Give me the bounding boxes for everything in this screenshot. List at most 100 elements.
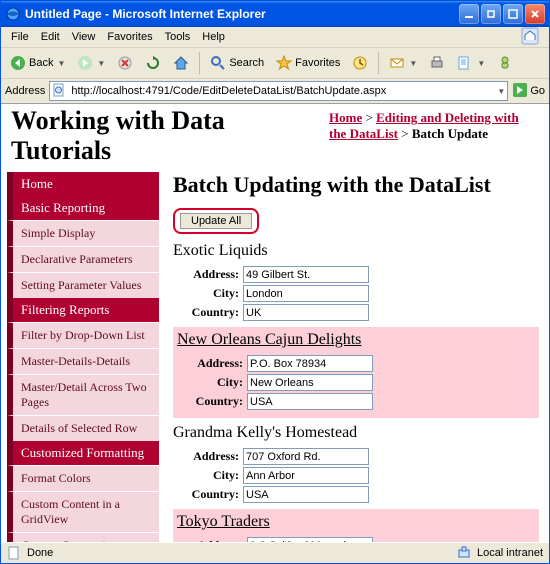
sidebar-header[interactable]: Basic Reporting <box>7 196 159 220</box>
sidebar-item[interactable]: Setting Parameter Values <box>7 272 159 298</box>
form-row: Address: <box>177 355 535 372</box>
main-content: Batch Updating with the DataList Update … <box>159 172 549 542</box>
menu-help[interactable]: Help <box>196 29 231 45</box>
favorites-label: Favorites <box>295 57 340 69</box>
chevron-down-icon: ▼ <box>57 59 65 68</box>
forward-icon <box>77 55 93 71</box>
sidebar-item[interactable]: Details of Selected Row <box>7 415 159 441</box>
search-button[interactable]: Search <box>205 50 269 76</box>
form-row: City: <box>177 374 535 391</box>
page-heading: Batch Updating with the DataList <box>173 172 539 198</box>
window-title: Untitled Page - Microsoft Internet Explo… <box>25 7 459 21</box>
sidebar: HomeBasic ReportingSimple DisplayDeclara… <box>1 172 159 542</box>
mail-icon <box>389 55 405 71</box>
sidebar-header[interactable]: Filtering Reports <box>7 298 159 322</box>
country-input[interactable] <box>243 304 369 321</box>
supplier-name: Exotic Liquids <box>173 242 539 260</box>
field-label: Country: <box>173 487 243 502</box>
field-label: Address: <box>177 356 247 371</box>
menu-file[interactable]: File <box>5 29 35 45</box>
sidebar-header[interactable]: Home <box>7 172 159 196</box>
menu-edit[interactable]: Edit <box>35 29 66 45</box>
field-label: City: <box>173 286 243 301</box>
form-row: Country: <box>173 486 539 503</box>
chevron-down-icon: ▼ <box>409 59 417 68</box>
window-buttons <box>459 4 545 24</box>
home-button[interactable] <box>168 50 194 76</box>
history-icon <box>352 55 368 71</box>
address-input[interactable] <box>247 355 373 372</box>
form-row: City: <box>173 285 539 302</box>
breadcrumb-sep: > <box>401 126 408 141</box>
country-input[interactable] <box>247 393 373 410</box>
go-button[interactable]: Go <box>512 82 545 101</box>
toolbar-separator <box>199 52 200 74</box>
toolbar: Back ▼ ▼ Search Favorites <box>1 48 549 79</box>
favorites-button[interactable]: Favorites <box>271 50 345 76</box>
page-icon <box>7 546 21 560</box>
sidebar-item[interactable]: Declarative Parameters <box>7 246 159 272</box>
supplier-block: New Orleans Cajun DelightsAddress:City:C… <box>173 327 539 418</box>
address-label: Address <box>5 85 45 97</box>
chevron-down-icon[interactable]: ▼ <box>497 87 505 96</box>
menu-view[interactable]: View <box>66 29 102 45</box>
sidebar-item[interactable]: Master-Details-Details <box>7 348 159 374</box>
close-button[interactable] <box>525 4 545 24</box>
form-row: Country: <box>177 393 535 410</box>
toolbar-separator <box>378 52 379 74</box>
site-title: Working with Data Tutorials <box>11 106 329 166</box>
menu-favorites[interactable]: Favorites <box>101 29 158 45</box>
mail-button[interactable]: ▼ <box>384 50 422 76</box>
messenger-button[interactable] <box>492 50 518 76</box>
edit-icon <box>457 55 473 71</box>
menu-tools[interactable]: Tools <box>159 29 197 45</box>
zone-text: Local intranet <box>477 547 543 559</box>
stop-button[interactable] <box>112 50 138 76</box>
sidebar-item[interactable]: Filter by Drop-Down List <box>7 322 159 348</box>
city-input[interactable] <box>243 467 369 484</box>
back-button[interactable]: Back ▼ <box>5 50 70 76</box>
edit-button[interactable]: ▼ <box>452 50 490 76</box>
address-input[interactable] <box>247 537 373 542</box>
sidebar-header[interactable]: Customized Formatting <box>7 441 159 465</box>
refresh-button[interactable] <box>140 50 166 76</box>
address-input[interactable] <box>243 266 369 283</box>
country-input[interactable] <box>243 486 369 503</box>
back-icon <box>10 55 26 71</box>
home-icon <box>173 55 189 71</box>
back-label: Back <box>29 57 53 69</box>
field-label: City: <box>173 468 243 483</box>
sidebar-item[interactable]: Custom Content in a DetailsView <box>7 532 159 542</box>
star-icon <box>276 55 292 71</box>
field-label: Country: <box>173 305 243 320</box>
form-row: Address: <box>177 537 535 542</box>
breadcrumb-home[interactable]: Home <box>329 110 362 125</box>
address-input[interactable] <box>243 448 369 465</box>
sidebar-item[interactable]: Simple Display <box>7 220 159 246</box>
city-input[interactable] <box>243 285 369 302</box>
titlebar: Untitled Page - Microsoft Internet Explo… <box>1 1 549 27</box>
update-all-button[interactable]: Update All <box>180 213 252 229</box>
sidebar-item[interactable]: Custom Content in a GridView <box>7 491 159 532</box>
viewport[interactable]: Working with Data Tutorials Home > Editi… <box>1 104 549 542</box>
minimize-button[interactable] <box>459 4 479 24</box>
address-input-wrapper: ▼ <box>49 81 508 101</box>
history-button[interactable] <box>347 50 373 76</box>
refresh-icon <box>145 55 161 71</box>
supplier-block: Exotic LiquidsAddress:City:Country: <box>173 242 539 321</box>
ie-icon <box>5 6 21 22</box>
supplier-list: Exotic LiquidsAddress:City:Country:New O… <box>173 242 539 542</box>
sidebar-item[interactable]: Master/Detail Across Two Pages <box>7 374 159 415</box>
sidebar-item[interactable]: Format Colors <box>7 465 159 491</box>
print-icon <box>429 55 445 71</box>
maximize-button[interactable] <box>503 4 523 24</box>
restore-button[interactable] <box>481 4 501 24</box>
supplier-block: Tokyo TradersAddress:City:Country: <box>173 509 539 542</box>
address-input[interactable] <box>69 84 493 98</box>
city-input[interactable] <box>247 374 373 391</box>
print-button[interactable] <box>424 50 450 76</box>
zone-icon <box>457 546 471 560</box>
menubar: File Edit View Favorites Tools Help <box>1 27 549 48</box>
forward-button[interactable]: ▼ <box>72 50 110 76</box>
chevron-down-icon: ▼ <box>97 59 105 68</box>
